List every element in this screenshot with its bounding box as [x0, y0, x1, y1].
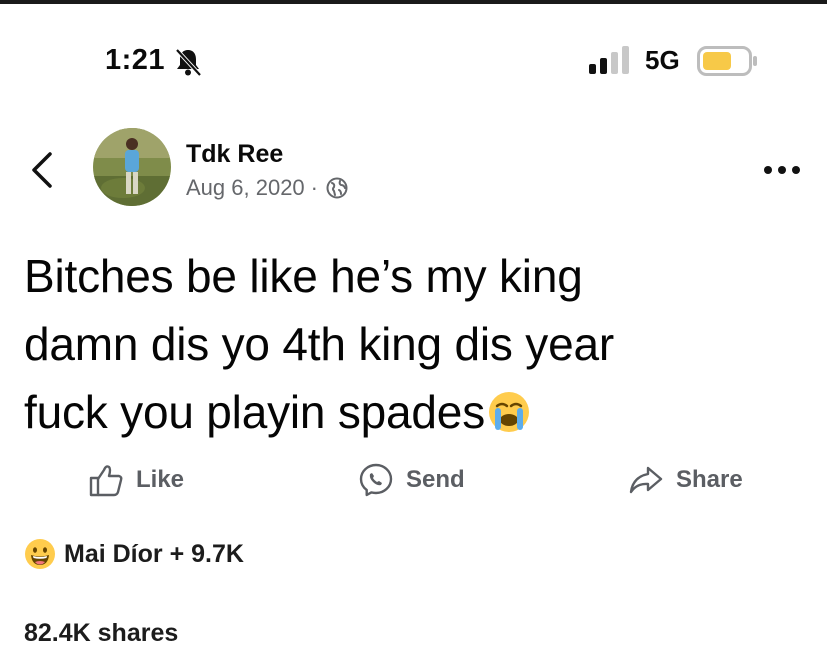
loudly-crying-face-emoji	[489, 392, 529, 432]
like-button[interactable]: Like	[88, 462, 184, 498]
share-arrow-icon	[629, 466, 663, 494]
messenger-icon	[359, 463, 393, 497]
post-meta: Aug 6, 2020 ·	[186, 175, 348, 201]
meta-separator: ·	[310, 175, 318, 200]
globe-icon	[326, 177, 348, 199]
top-edge-line	[0, 0, 827, 4]
shares-count[interactable]: 82.4K shares	[24, 619, 178, 648]
send-label: Send	[406, 466, 465, 493]
post-text-line: damn dis yo 4th king dis year	[24, 318, 614, 370]
post-body: Bitches be like he’s my king damn dis yo…	[24, 242, 804, 446]
back-chevron-icon[interactable]	[28, 150, 56, 190]
post-date[interactable]: Aug 6, 2020	[186, 175, 305, 201]
like-label: Like	[136, 466, 185, 493]
reactions-text: Mai Díor + 9.7K	[64, 539, 244, 568]
more-options-icon[interactable]	[762, 163, 802, 177]
battery-icon	[697, 46, 757, 76]
share-button[interactable]: Share	[628, 462, 743, 498]
share-label: Share	[676, 466, 743, 493]
avatar[interactable]	[93, 128, 171, 206]
post-text-line: fuck you playin spades	[24, 386, 485, 438]
send-button[interactable]: Send	[358, 462, 465, 498]
cellular-signal-icon	[589, 46, 629, 74]
post-text-line: Bitches be like he’s my king	[24, 250, 583, 302]
thumbs-up-icon	[89, 465, 123, 497]
grinning-face-emoji	[25, 539, 55, 569]
post-text-line-last: fuck you playin spades	[24, 378, 804, 446]
bell-muted-icon	[175, 48, 202, 77]
post-author-name[interactable]: Tdk Ree	[186, 140, 283, 169]
reactions-summary[interactable]: Mai Díor + 9.7K	[24, 538, 244, 570]
network-type: 5G	[645, 45, 680, 75]
status-time: 1:21	[105, 44, 166, 76]
